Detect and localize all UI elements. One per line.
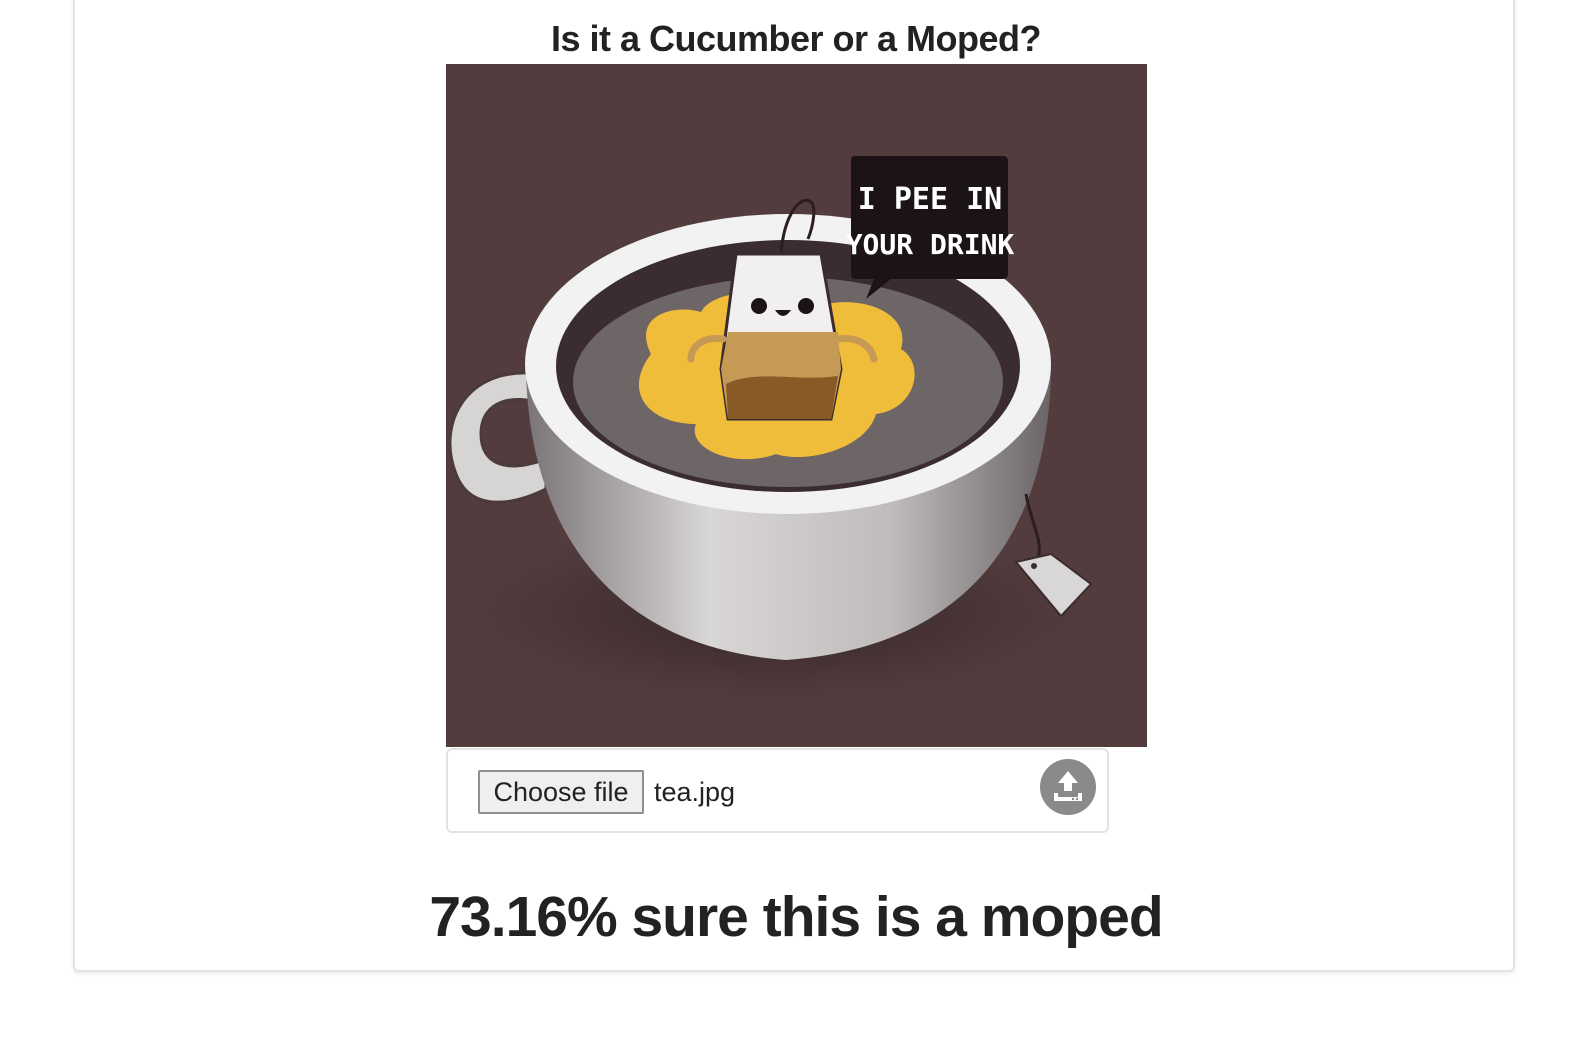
upload-form: Choose file tea.jpg (446, 748, 1109, 833)
upload-icon (1054, 771, 1082, 801)
speech-bubble-line2: YOUR DRINK (846, 228, 1015, 261)
page-title: Is it a Cucumber or a Moped? (550, 18, 1042, 59)
choose-file-button[interactable]: Choose file (478, 770, 644, 814)
selected-file-name: tea.jpg (654, 777, 736, 807)
prediction-result: 73.16% sure this is a moped (429, 885, 1163, 949)
speech-bubble-line1: I PEE IN (858, 182, 1003, 217)
upload-button[interactable] (1040, 759, 1096, 815)
image-preview: I PEE IN YOUR DRINK (446, 64, 1147, 747)
tea-cup-illustration: I PEE IN YOUR DRINK (448, 156, 1093, 702)
